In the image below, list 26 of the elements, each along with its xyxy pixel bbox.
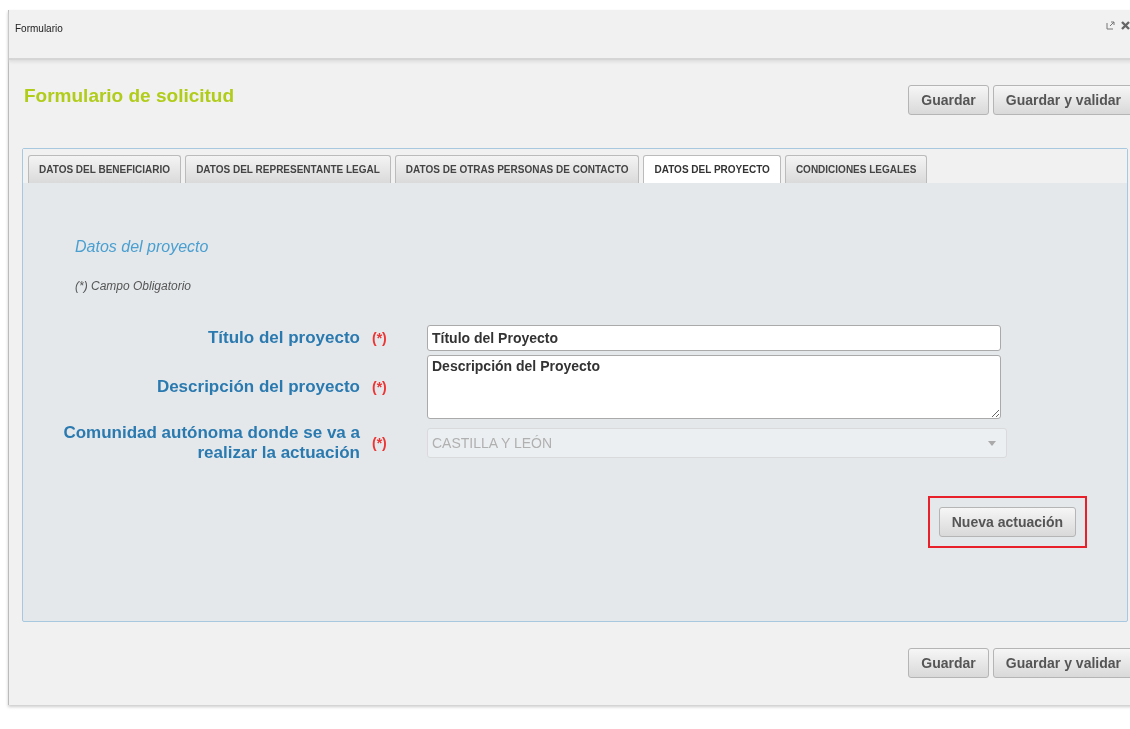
required-mark: (*) — [372, 377, 388, 397]
section-title: Datos del proyecto — [75, 237, 210, 257]
required-note: (*) Campo Obligatorio — [75, 278, 193, 295]
required-mark: (*) — [372, 328, 388, 348]
field-label: Título del proyecto — [207, 328, 360, 348]
required-mark: (*) — [372, 433, 388, 453]
tab[interactable]: DATOS DEL PROYECTO — [643, 155, 781, 183]
textarea-field[interactable]: Descripción del Proyecto — [427, 355, 1001, 419]
text-field[interactable]: Título del Proyecto — [427, 325, 1001, 351]
close-icon[interactable] — [1121, 21, 1130, 30]
field-label: Comunidad autónoma donde se va a realizar la actuación — [62, 423, 360, 463]
save-button[interactable]: Guardar — [908, 648, 989, 678]
tab[interactable]: CONDICIONES LEGALES — [784, 155, 928, 183]
dropdown-icon — [988, 440, 996, 446]
save-button[interactable]: Guardar — [908, 85, 989, 115]
tab[interactable]: DATOS DEL BENEFICIARIO — [28, 155, 182, 183]
tab[interactable]: DATOS DE OTRAS PERSONAS DE CONTACTO — [394, 155, 640, 183]
new-action-button[interactable]: Nueva actuación — [938, 507, 1076, 537]
window-title: Formulario — [15, 22, 63, 36]
save-button[interactable]: Guardar y validar — [992, 648, 1130, 678]
form-title: Formulario de solicitud — [24, 84, 235, 108]
popout-icon[interactable] — [1106, 21, 1115, 30]
select-value: CASTILLA Y LEÓN — [431, 433, 554, 453]
tab[interactable]: DATOS DEL REPRESENTANTE LEGAL — [185, 155, 391, 183]
save-button[interactable]: Guardar y validar — [992, 85, 1130, 115]
field-label: Descripción del proyecto — [156, 377, 360, 397]
